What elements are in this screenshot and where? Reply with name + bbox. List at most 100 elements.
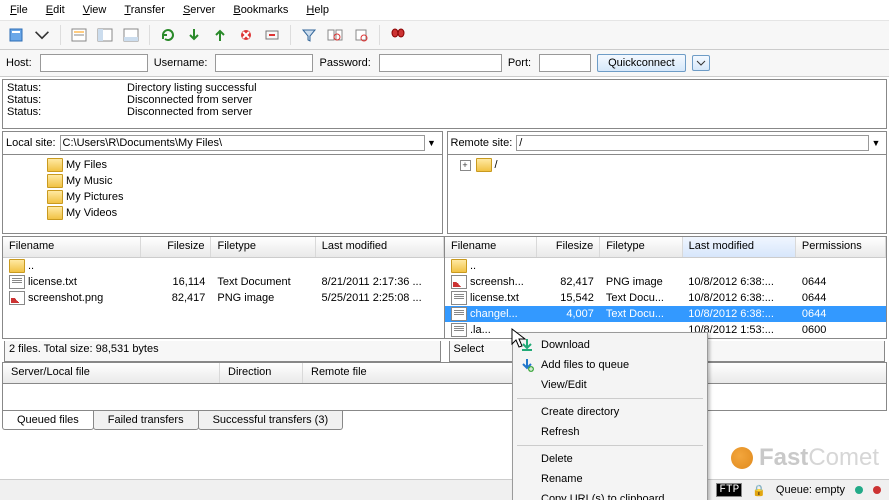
- file-row[interactable]: changel...4,007Text Docu...10/8/2012 6:3…: [445, 306, 886, 322]
- column-header-permissions[interactable]: Permissions: [796, 237, 886, 257]
- column-header-filename[interactable]: Filename: [445, 237, 537, 257]
- context-menu-label: View/Edit: [541, 379, 587, 391]
- sync-browse-button[interactable]: [349, 23, 373, 47]
- queue-col-server[interactable]: Server/Local file: [3, 363, 220, 383]
- context-menu-label: Create directory: [541, 406, 619, 418]
- queue-list[interactable]: [2, 383, 887, 411]
- toggle-log-button[interactable]: [67, 23, 91, 47]
- toggle-tree-button[interactable]: [93, 23, 117, 47]
- username-input[interactable]: [215, 54, 313, 72]
- context-menu-item[interactable]: View/Edit: [515, 375, 705, 395]
- username-label: Username:: [154, 57, 208, 69]
- expand-icon[interactable]: +: [460, 160, 471, 171]
- folder-icon: [47, 190, 63, 204]
- folder-icon: [476, 158, 492, 172]
- local-site-path-bar: Local site: ▼: [2, 131, 443, 155]
- context-menu-item[interactable]: Delete: [515, 449, 705, 469]
- column-header-filesize[interactable]: Filesize: [537, 237, 600, 257]
- port-input[interactable]: [539, 54, 591, 72]
- site-manager-chevron[interactable]: [30, 23, 54, 47]
- context-menu-item[interactable]: Download: [515, 335, 705, 355]
- activity-led-green: [855, 486, 863, 494]
- transfer-tabs: Queued files Failed transfers Successful…: [2, 411, 887, 430]
- png-icon: [9, 291, 25, 305]
- log-status-text: Disconnected from server: [127, 94, 252, 106]
- file-row[interactable]: license.txt15,542Text Docu...10/8/2012 6…: [445, 290, 886, 306]
- context-menu-label: Copy URL(s) to clipboard: [541, 493, 665, 500]
- host-input[interactable]: [40, 54, 148, 72]
- watermark: FastComet: [731, 444, 879, 472]
- context-menu: Download Add files to queue View/Edit Creat…: [512, 332, 708, 500]
- tab-failed[interactable]: Failed transfers: [93, 411, 199, 430]
- filter-button[interactable]: [297, 23, 321, 47]
- menu-bookmarks[interactable]: Bookmarks: [229, 3, 292, 17]
- txt-icon: [451, 291, 467, 305]
- tab-queued[interactable]: Queued files: [2, 411, 94, 430]
- column-header-filetype[interactable]: Filetype: [600, 237, 682, 257]
- quickconnect-button[interactable]: Quickconnect: [597, 54, 686, 72]
- menu-view[interactable]: View: [79, 3, 111, 17]
- menu-help[interactable]: Help: [302, 3, 333, 17]
- remote-tree[interactable]: + /: [447, 155, 888, 234]
- quickconnect-bar: Host: Username: Password: Port: Quickcon…: [0, 50, 889, 77]
- context-menu-item[interactable]: Add files to queue: [515, 355, 705, 375]
- disconnect-button[interactable]: [234, 23, 258, 47]
- menu-transfer[interactable]: Transfer: [120, 3, 169, 17]
- context-menu-item[interactable]: Rename: [515, 469, 705, 489]
- toggle-queue-button[interactable]: [119, 23, 143, 47]
- queue-col-remote[interactable]: Remote file: [303, 363, 520, 383]
- remote-site-dropdown[interactable]: ▼: [869, 138, 883, 148]
- local-file-list[interactable]: Filename Filesize Filetype Last modified…: [3, 237, 444, 338]
- tree-node[interactable]: + /: [452, 157, 883, 173]
- folder-icon: [47, 174, 63, 188]
- password-input[interactable]: [379, 54, 502, 72]
- file-row[interactable]: license.txt16,114Text Document8/21/2011 …: [3, 274, 444, 290]
- column-header-filesize[interactable]: Filesize: [141, 237, 212, 257]
- file-row[interactable]: ..: [445, 258, 886, 274]
- queue-col-direction[interactable]: Direction: [220, 363, 303, 383]
- toolbar: [0, 21, 889, 50]
- context-menu-item[interactable]: Refresh: [515, 422, 705, 442]
- tab-successful[interactable]: Successful transfers (3): [198, 411, 344, 430]
- column-header-lastmodified[interactable]: Last modified: [683, 237, 796, 257]
- column-header-lastmodified[interactable]: Last modified: [316, 237, 444, 257]
- remote-file-list[interactable]: Filename Filesize Filetype Last modified…: [444, 237, 886, 338]
- context-menu-label: Download: [541, 339, 590, 351]
- local-status-bar: 2 files. Total size: 98,531 bytes: [4, 341, 441, 362]
- tree-node[interactable]: My Files: [7, 157, 438, 173]
- compare-button[interactable]: [323, 23, 347, 47]
- quickconnect-history-button[interactable]: [692, 55, 710, 71]
- file-row[interactable]: screenshot.png82,417PNG image5/25/2011 2…: [3, 290, 444, 306]
- folder-icon: [47, 206, 63, 220]
- tree-node[interactable]: My Pictures: [7, 189, 438, 205]
- file-row[interactable]: screensh...82,417PNG image10/8/2012 6:38…: [445, 274, 886, 290]
- message-log[interactable]: Status:Directory listing successful Stat…: [2, 79, 887, 129]
- txt-icon: [9, 275, 25, 289]
- port-label: Port:: [508, 57, 531, 69]
- column-header-filetype[interactable]: Filetype: [211, 237, 315, 257]
- log-status-label: Status:: [7, 82, 127, 94]
- cancel-button[interactable]: [208, 23, 232, 47]
- find-button[interactable]: [386, 23, 410, 47]
- site-manager-button[interactable]: [4, 23, 28, 47]
- add-queue-icon: [519, 357, 535, 373]
- reconnect-button[interactable]: [260, 23, 284, 47]
- process-queue-button[interactable]: [182, 23, 206, 47]
- tree-node[interactable]: My Music: [7, 173, 438, 189]
- refresh-button[interactable]: [156, 23, 180, 47]
- gz-icon: [451, 323, 467, 337]
- menu-edit[interactable]: Edit: [42, 3, 69, 17]
- log-status-text: Directory listing successful: [127, 82, 257, 94]
- context-menu-item[interactable]: Copy URL(s) to clipboard: [515, 489, 705, 500]
- local-tree[interactable]: My Files My Music My Pictures My Videos: [2, 155, 443, 234]
- menu-file[interactable]: File: [6, 3, 32, 17]
- menu-server[interactable]: Server: [179, 3, 219, 17]
- remote-site-input[interactable]: [516, 135, 869, 151]
- local-site-dropdown[interactable]: ▼: [425, 138, 439, 148]
- column-header-filename[interactable]: Filename: [3, 237, 141, 257]
- context-menu-item[interactable]: Create directory: [515, 402, 705, 422]
- file-row[interactable]: ..: [3, 258, 444, 274]
- tree-node[interactable]: My Videos: [7, 205, 438, 221]
- context-menu-separator: [517, 398, 703, 399]
- local-site-input[interactable]: [60, 135, 425, 151]
